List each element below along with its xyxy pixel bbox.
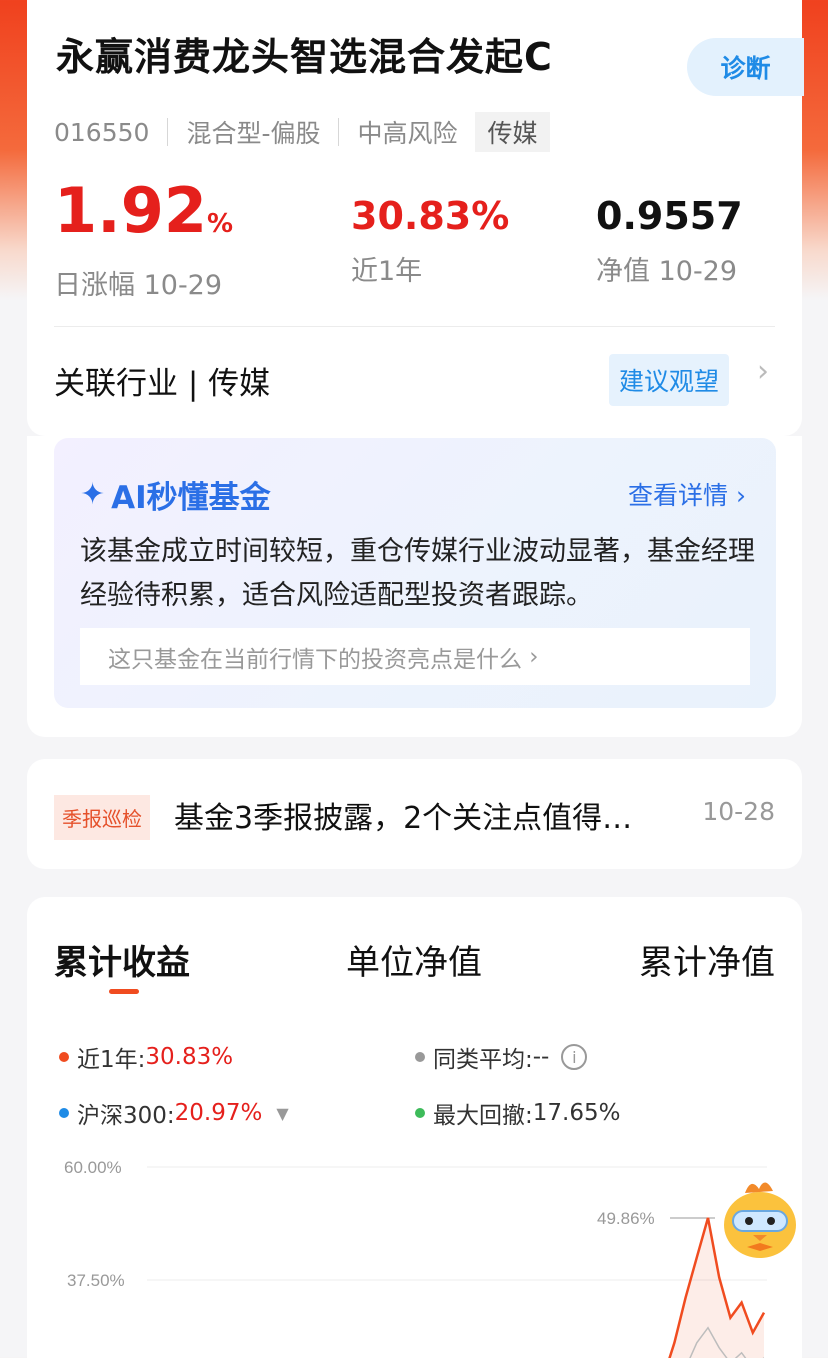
- chevron-right-icon: ›: [522, 643, 539, 670]
- ai-title-text: AI秒懂基金: [111, 480, 271, 516]
- view-details-label: 查看详情: [628, 481, 729, 510]
- news-headline[interactable]: 基金3季报披露，2个关注点值得…: [174, 793, 632, 837]
- legend-dot: [59, 1108, 69, 1118]
- chevron-right-icon[interactable]: ›: [757, 354, 769, 389]
- daily-change-value: 1.92: [54, 174, 207, 247]
- chart-tabs: 累计收益 单位净值 累计净值: [54, 935, 775, 985]
- divider: [54, 326, 775, 327]
- peak-label: 49.86%: [597, 1209, 655, 1228]
- ai-title: ✦ AI秒懂基金: [80, 472, 271, 517]
- legend-drawdown-value: 17.65%: [532, 1100, 621, 1126]
- active-tab-indicator: [109, 989, 139, 994]
- news-card[interactable]: 季报巡检 基金3季报披露，2个关注点值得… 10-28: [27, 759, 802, 869]
- fund-title: 永赢消费龙头智选混合发起C: [56, 35, 553, 79]
- nav-value: 0.9557: [596, 194, 743, 238]
- divider: [338, 118, 340, 146]
- legend-drawdown-label: 最大回撤:: [433, 1103, 533, 1129]
- sector-tag[interactable]: 传媒: [475, 112, 550, 152]
- return-chart[interactable]: 60.00% 37.50% 49.86%: [27, 1147, 802, 1358]
- tab-unit-nav[interactable]: 单位净值: [346, 935, 482, 984]
- y-tick-label: 37.50%: [67, 1271, 125, 1290]
- fund-code: 016550: [54, 117, 150, 147]
- sparkle-icon: ✦: [80, 477, 106, 512]
- nav-stat: 0.9557 净值 10-29: [596, 195, 743, 288]
- legend-dot: [415, 1052, 425, 1062]
- legend-index-label: 沪深300:: [77, 1103, 175, 1129]
- news-tag: 季报巡检: [54, 795, 150, 840]
- related-industry[interactable]: 关联行业 | 传媒: [54, 358, 270, 403]
- news-date: 10-28: [702, 797, 775, 826]
- legend-index[interactable]: 沪深300: 20.97% ▼: [59, 1096, 289, 1130]
- chevron-right-icon: ›: [736, 481, 746, 510]
- legend-dot: [415, 1108, 425, 1118]
- y-tick-label: 60.00%: [64, 1158, 122, 1177]
- view-details-link[interactable]: 查看详情 ›: [628, 476, 746, 512]
- legend-dot: [59, 1052, 69, 1062]
- one-year-value: 30.83%: [351, 194, 510, 238]
- ai-summary-box: ✦ AI秒懂基金 查看详情 › 该基金成立时间较短，重仓传媒行业波动显著，基金经…: [54, 438, 776, 708]
- one-year-label: 近1年: [351, 256, 423, 287]
- dropdown-triangle-icon[interactable]: ▼: [276, 1104, 288, 1123]
- info-icon[interactable]: i: [561, 1044, 588, 1070]
- divider: [167, 118, 169, 146]
- legend-drawdown: 最大回撤: 17.65%: [415, 1096, 620, 1130]
- legend-peer-label: 同类平均:: [433, 1047, 533, 1073]
- performance-card: 累计收益 单位净值 累计净值 近1年: 30.83% 同类平均: -- i 沪深…: [27, 897, 802, 1358]
- legend-fund-label: 近1年:: [77, 1047, 146, 1073]
- ai-summary-card: ✦ AI秒懂基金 查看详情 › 该基金成立时间较短，重仓传媒行业波动显著，基金经…: [27, 436, 802, 737]
- fund-risk: 中高风险: [357, 119, 458, 148]
- ai-question-button[interactable]: 这只基金在当前行情下的投资亮点是什么 ›: [80, 628, 750, 685]
- legend-fund: 近1年: 30.83%: [59, 1040, 233, 1074]
- ai-summary-text: 该基金成立时间较短，重仓传媒行业波动显著，基金经理经验待积累，适合风险适配型投资…: [80, 536, 755, 611]
- nav-label: 净值 10-29: [596, 256, 738, 287]
- legend-peer-value: --: [532, 1044, 550, 1070]
- daily-change-label: 日涨幅 10-29: [54, 270, 223, 301]
- legend-fund-value: 30.83%: [145, 1044, 234, 1070]
- legend-index-value: 20.97%: [174, 1100, 263, 1126]
- ai-question-text: 这只基金在当前行情下的投资亮点是什么: [108, 646, 522, 673]
- one-year-stat: 30.83% 近1年: [351, 195, 509, 288]
- tab-cumulative-nav[interactable]: 累计净值: [639, 935, 775, 984]
- diagnose-button[interactable]: 诊断: [687, 38, 804, 96]
- fund-type: 混合型-偏股: [186, 119, 321, 148]
- legend-peer: 同类平均: -- i: [415, 1040, 588, 1074]
- daily-change-stat: 1.92% 日涨幅 10-29: [54, 180, 233, 302]
- advice-badge[interactable]: 建议观望: [609, 354, 730, 406]
- fund-header-card: 永赢消费龙头智选混合发起C 诊断 016550 混合型-偏股 中高风险 传媒 1…: [27, 0, 804, 436]
- mascot-chick-icon[interactable]: [719, 1175, 801, 1265]
- tab-cumulative-return[interactable]: 累计收益: [54, 935, 190, 984]
- fund-meta: 016550 混合型-偏股 中高风险 传媒: [54, 112, 550, 152]
- daily-change-unit: %: [206, 209, 234, 239]
